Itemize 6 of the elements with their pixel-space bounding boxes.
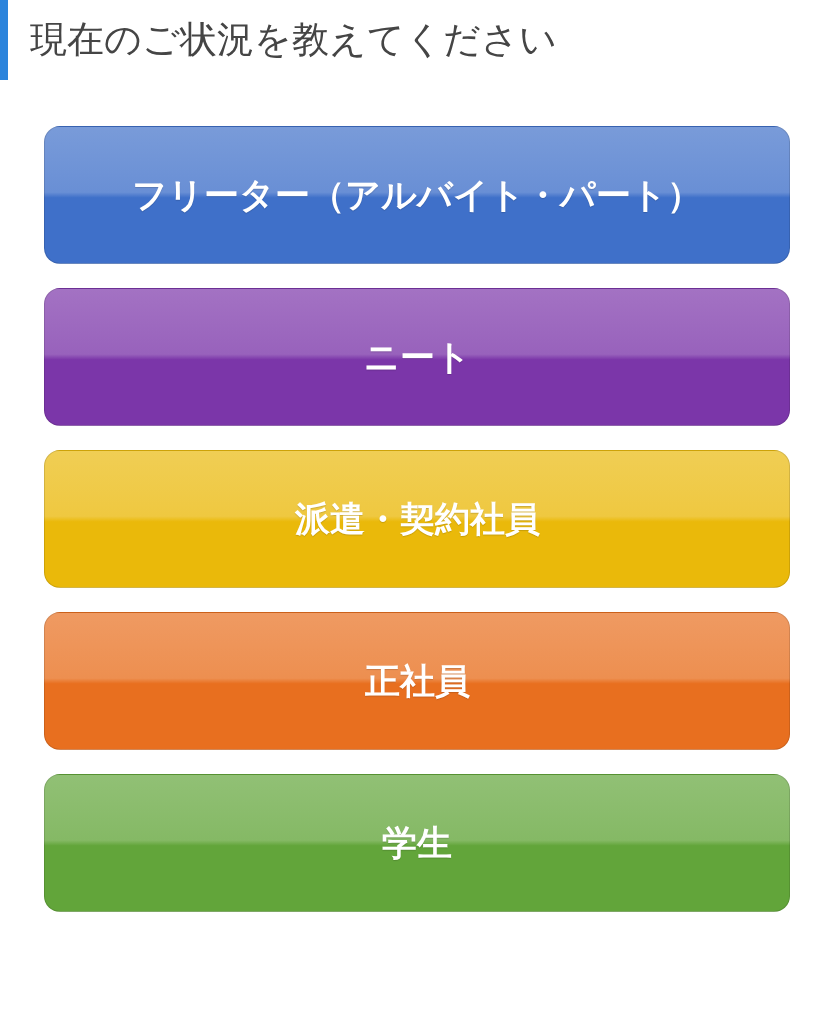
- section-heading: 現在のご状況を教えてください: [0, 0, 833, 80]
- option-button[interactable]: ニート: [44, 287, 790, 426]
- option-button[interactable]: 学生: [44, 773, 790, 912]
- option-button[interactable]: 正社員: [44, 611, 790, 750]
- option-button[interactable]: フリーター（アルバイト・パート）: [44, 125, 790, 264]
- option-button[interactable]: 派遣・契約社員: [44, 449, 790, 588]
